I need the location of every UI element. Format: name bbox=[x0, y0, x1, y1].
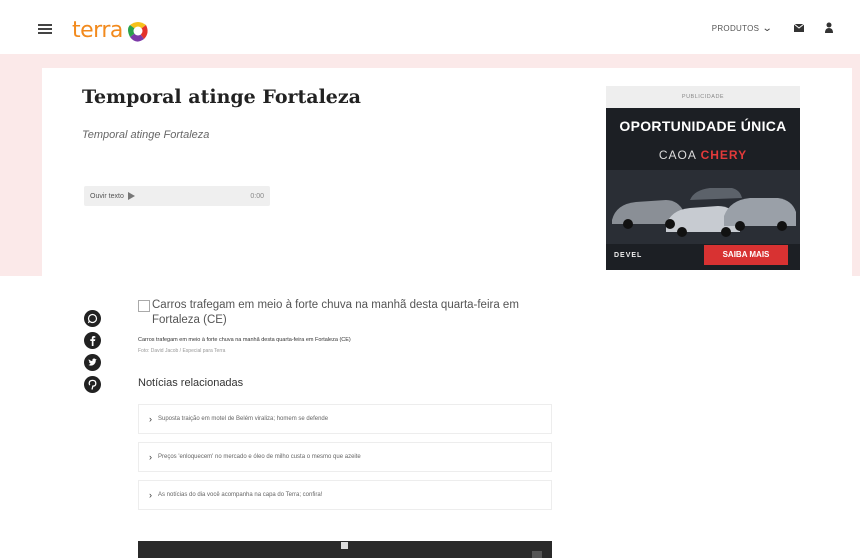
related-news-item[interactable]: › Preços 'enloquecem' no mercado e óleo … bbox=[138, 442, 552, 472]
chevron-right-icon: › bbox=[149, 414, 152, 424]
twitter-icon[interactable] bbox=[84, 354, 101, 371]
ad-brand-prefix: CAOA bbox=[658, 148, 697, 162]
produtos-menu[interactable]: PRODUTOS ⌄ bbox=[711, 23, 774, 34]
related-news-text: Preços 'enloquecem' no mercado e óleo de… bbox=[158, 454, 361, 460]
article-image-alt: Carros trafegam em meio à forte chuva na… bbox=[152, 299, 519, 326]
ad-brand: CAOA CHERY bbox=[606, 148, 800, 162]
mail-icon[interactable] bbox=[794, 24, 804, 32]
ad-cars-image bbox=[606, 170, 800, 244]
image-credit: Foto: David Jacob / Especial para Terra bbox=[138, 348, 226, 354]
related-news-item[interactable]: › As notícias do dia você acompanha na c… bbox=[138, 480, 552, 510]
related-news-text: As notícias do dia você acompanha na cap… bbox=[158, 492, 323, 498]
facebook-icon[interactable] bbox=[84, 332, 101, 349]
page-title: Temporal atinge Fortaleza bbox=[82, 86, 361, 108]
site-header: terra PRODUTOS ⌄ bbox=[0, 0, 860, 56]
play-icon[interactable] bbox=[127, 192, 135, 200]
chevron-right-icon: › bbox=[149, 490, 152, 500]
menu-icon[interactable] bbox=[38, 24, 52, 34]
video-player[interactable] bbox=[138, 541, 552, 558]
related-news-text: Suposta traição em motel de Belém virali… bbox=[158, 416, 329, 422]
user-icon[interactable] bbox=[825, 22, 833, 33]
audio-player[interactable]: Ouvir texto 0:00 bbox=[84, 186, 270, 206]
advertisement[interactable]: OPORTUNIDADE ÚNICA CAOA CHERY DEVEL SAIB… bbox=[606, 108, 800, 270]
video-placeholder-icon bbox=[341, 542, 348, 549]
image-caption: Carros trafegam em meio à forte chuva na… bbox=[138, 337, 351, 343]
article-subtitle: Temporal atinge Fortaleza bbox=[82, 129, 210, 141]
terra-logo[interactable]: terra bbox=[72, 18, 150, 43]
produtos-label: PRODUTOS bbox=[711, 24, 760, 33]
ad-cta-button[interactable]: SAIBA MAIS bbox=[704, 245, 788, 265]
logo-mark-icon bbox=[127, 21, 148, 42]
article-image: Carros trafegam em meio à forte chuva na… bbox=[138, 298, 558, 328]
fullscreen-icon[interactable] bbox=[532, 551, 542, 558]
ad-label: PUBLICIDADE bbox=[606, 86, 800, 108]
broken-image-icon bbox=[138, 300, 150, 312]
share-bar bbox=[84, 310, 102, 398]
logo-text: terra bbox=[72, 18, 123, 43]
related-news-title: Notícias relacionadas bbox=[138, 377, 244, 389]
audio-time: 0:00 bbox=[250, 192, 264, 200]
chevron-right-icon: › bbox=[149, 452, 152, 462]
chevron-down-icon: ⌄ bbox=[762, 23, 774, 34]
related-news-item[interactable]: › Suposta traição em motel de Belém vira… bbox=[138, 404, 552, 434]
ad-headline: OPORTUNIDADE ÚNICA bbox=[619, 118, 787, 134]
ad-brand-suffix: CHERY bbox=[700, 148, 748, 162]
whatsapp-icon[interactable] bbox=[84, 310, 101, 327]
pinterest-icon[interactable] bbox=[84, 376, 101, 393]
ad-dealer-logo: DEVEL bbox=[614, 252, 643, 259]
audio-label: Ouvir texto bbox=[90, 192, 124, 200]
